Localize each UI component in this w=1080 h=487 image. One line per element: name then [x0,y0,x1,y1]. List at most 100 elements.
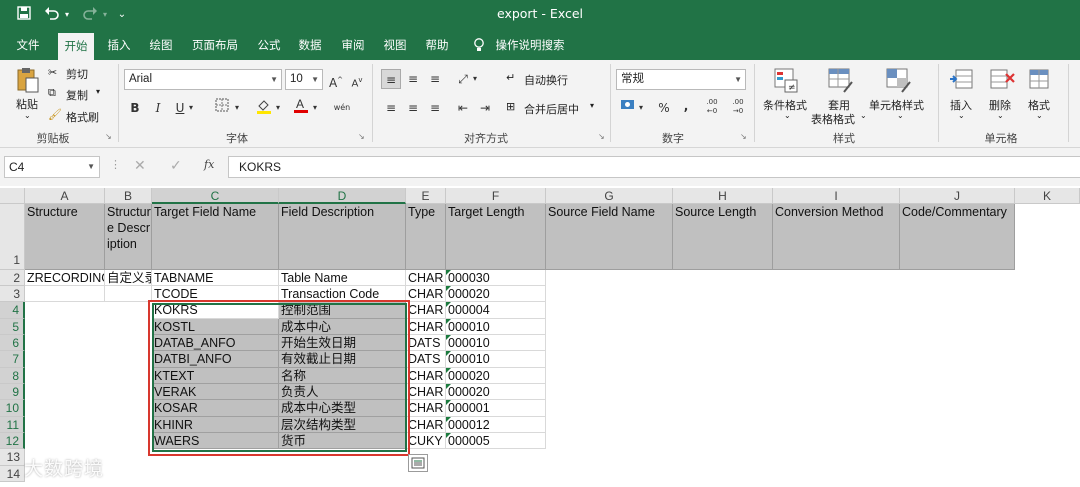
align-middle-icon[interactable]: ≡ [403,69,423,89]
cell-e8[interactable]: CHAR [406,368,446,384]
cell-c4[interactable]: KOKRS [152,302,279,319]
clipboard-launcher-icon[interactable]: ↘ [105,132,112,141]
cell-c6[interactable]: DATAB_ANFO [152,335,279,351]
column-header-f[interactable]: F [446,188,546,204]
accounting-format-icon[interactable] [618,98,638,118]
cell-styles-icon[interactable] [884,66,912,93]
decrease-decimal-button[interactable]: .00 →0 [726,98,750,118]
cell-c2[interactable]: TABNAME [152,270,279,286]
select-all-corner[interactable] [0,188,25,204]
cell-d5[interactable]: 成本中心 [279,319,406,335]
tab-home[interactable]: 开始 [58,33,94,60]
tab-file[interactable]: 文件 [10,30,46,60]
cell-e5[interactable]: CHAR [406,319,446,335]
header-cell[interactable]: Source Length [673,204,773,270]
cell-d3[interactable]: Transaction Code [279,286,406,302]
cell-c9[interactable]: VERAK [152,384,279,400]
italic-button[interactable]: I [148,98,168,118]
copy-button[interactable]: 复制 [66,87,88,103]
conditional-dropdown-icon[interactable]: ⌄ [784,111,791,120]
decrease-indent-icon[interactable]: ⇤ [453,98,473,118]
header-cell[interactable]: Conversion Method [773,204,900,270]
tab-review[interactable]: 审阅 [335,30,371,60]
column-header-e[interactable]: E [406,188,446,204]
delete-cells-icon[interactable] [988,66,1016,92]
chevron-down-icon[interactable]: ▼ [87,157,95,177]
row-header-11[interactable]: 11 [0,417,25,433]
fill-color-icon[interactable] [254,98,274,118]
cell-e2[interactable]: CHAR [406,270,446,286]
conditional-formatting-icon[interactable]: ≠ [772,66,800,93]
cell-b2[interactable]: 自定义录 [105,270,152,286]
cell-d6[interactable]: 开始生效日期 [279,335,406,351]
header-cell[interactable]: Field Description [279,204,406,270]
format-painter-icon[interactable]: 🖌 [48,108,62,121]
number-format-select[interactable]: 常规 ▼ [616,69,746,90]
copy-dropdown-icon[interactable]: ▾ [96,87,100,96]
tab-data[interactable]: 数据 [292,30,328,60]
paste-icon[interactable] [14,66,42,93]
quick-analysis-button[interactable] [408,454,428,472]
row-header-3[interactable]: 3 [0,286,25,302]
header-cell[interactable]: Code/Commentary [900,204,1015,270]
cell-d12[interactable]: 货币 [279,433,406,449]
cut-button[interactable]: 剪切 [66,66,88,82]
column-header-d[interactable]: D [279,188,406,204]
accounting-dropdown-icon[interactable]: ▾ [636,98,646,118]
format-dropdown-icon[interactable]: ⌄ [1036,111,1043,120]
row-header-10[interactable]: 10 [0,400,25,417]
merge-center-icon[interactable]: ⊞ [506,100,515,113]
column-header-i[interactable]: I [773,188,900,204]
underline-dropdown-icon[interactable]: ▾ [186,98,196,118]
cancel-icon[interactable]: ✕ [134,158,146,174]
bold-button[interactable]: B [125,98,145,118]
insert-dropdown-icon[interactable]: ⌄ [958,111,965,120]
more-options-icon[interactable]: ⋮ [110,158,121,171]
tab-draw[interactable]: 绘图 [143,30,179,60]
orientation-dropdown-icon[interactable]: ▾ [470,69,480,89]
cell-f2[interactable]: 000030 [446,270,546,286]
column-header-b[interactable]: B [105,188,152,204]
font-launcher-icon[interactable]: ↘ [358,132,365,141]
cut-icon[interactable]: ✂ [48,66,57,79]
tab-page-layout[interactable]: 页面布局 [188,30,242,60]
wrap-text-button[interactable]: 自动换行 [524,72,568,88]
row-header-14[interactable]: 14 [0,466,25,482]
insert-cells-icon[interactable] [948,66,976,92]
font-name-select[interactable]: Arial ▼ [124,69,282,90]
cell-d4[interactable]: 控制范围 [279,302,406,319]
font-color-icon[interactable]: A [291,96,311,116]
cell-a2[interactable]: ZRECORDING [25,270,105,286]
cell-e7[interactable]: DATS [406,351,446,368]
enter-icon[interactable]: ✓ [170,158,182,174]
phonetic-icon[interactable]: wén [332,98,352,118]
header-cell[interactable]: Type [406,204,446,270]
cell-b3[interactable] [105,286,152,302]
cell-d7[interactable]: 有效截止日期 [279,351,406,368]
tab-help[interactable]: 帮助 [419,30,455,60]
merge-center-button[interactable]: 合并后居中 [524,101,579,117]
row-header-2[interactable]: 2 [0,270,25,286]
percent-button[interactable]: % [654,98,674,118]
cell-c10[interactable]: KOSAR [152,400,279,417]
cell-d11[interactable]: 层次结构类型 [279,417,406,433]
font-size-select[interactable]: 10 ▼ [285,69,323,90]
column-header-j[interactable]: J [900,188,1015,204]
row-header-8[interactable]: 8 [0,368,25,384]
align-bottom-icon[interactable]: ≡ [425,69,445,89]
paste-button[interactable]: 粘贴 [16,96,38,112]
format-cells-icon[interactable] [1026,66,1054,92]
cell-f6[interactable]: 000010 [446,335,546,351]
delete-dropdown-icon[interactable]: ⌄ [997,111,1004,120]
comma-button[interactable]: , [676,96,696,116]
cell-c11[interactable]: KHINR [152,417,279,433]
grow-font-button[interactable]: A^ [326,70,346,90]
tab-view[interactable]: 视图 [377,30,413,60]
paste-dropdown-icon[interactable]: ⌄ [24,111,31,120]
cell-styles-dropdown-icon[interactable]: ⌄ [897,111,904,120]
cell-f7[interactable]: 000010 [446,351,546,368]
column-header-g[interactable]: G [546,188,673,204]
cell-d8[interactable]: 名称 [279,368,406,384]
header-cell[interactable]: Source Field Name [546,204,673,270]
cell-d2[interactable]: Table Name [279,270,406,286]
